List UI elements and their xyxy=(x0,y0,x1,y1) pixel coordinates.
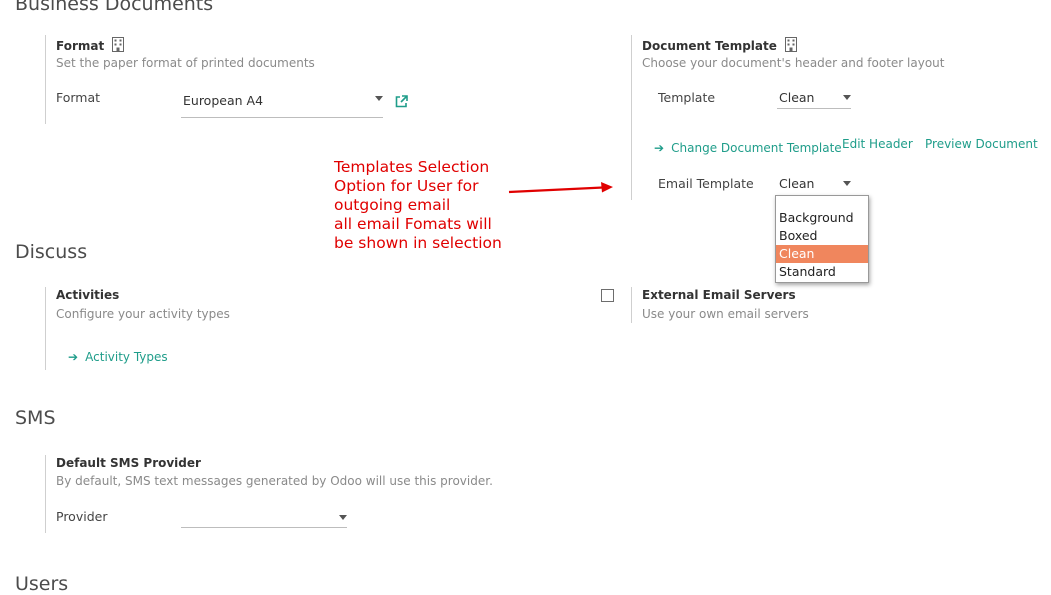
annotation-text: Templates Selection Option for User for … xyxy=(334,158,502,253)
chevron-down-icon xyxy=(843,181,851,186)
external-email-description: Use your own email servers xyxy=(642,307,809,321)
setting-divider xyxy=(45,35,46,124)
edit-header-link[interactable]: Edit Header xyxy=(842,137,913,151)
email-template-select[interactable]: Clean xyxy=(777,176,851,195)
annotation-arrow xyxy=(508,182,613,194)
change-document-template-label: Change Document Template xyxy=(671,141,842,155)
chevron-down-icon xyxy=(843,95,851,100)
setting-divider xyxy=(631,35,632,200)
annotation-line: be shown in selection xyxy=(334,234,502,252)
arrow-right-icon: ➔ xyxy=(68,350,79,364)
annotation-line: Templates Selection xyxy=(334,158,490,176)
arrow-right-icon: ➔ xyxy=(654,141,665,155)
provider-select[interactable] xyxy=(181,509,347,528)
dropdown-option-clean[interactable]: Clean xyxy=(776,245,868,263)
template-label: Template xyxy=(658,90,716,105)
dropdown-option-standard[interactable]: Standard xyxy=(776,263,868,281)
format-label: Format xyxy=(56,90,101,105)
section-title-business-documents: Business Documents xyxy=(15,0,214,15)
email-template-value: Clean xyxy=(779,176,815,191)
template-select[interactable]: Clean xyxy=(777,90,851,109)
activities-title: Activities xyxy=(56,288,120,302)
sms-provider-title: Default SMS Provider xyxy=(56,456,201,470)
setting-divider xyxy=(631,287,632,323)
dropdown-option-background[interactable]: Background xyxy=(776,209,868,227)
email-template-dropdown[interactable]: Background Boxed Clean Standard xyxy=(775,195,869,283)
external-email-checkbox[interactable] xyxy=(601,289,614,302)
document-template-description: Choose your document's header and footer… xyxy=(642,56,945,70)
template-value: Clean xyxy=(779,90,815,105)
external-link-icon[interactable] xyxy=(395,95,408,108)
sms-provider-description: By default, SMS text messages generated … xyxy=(56,474,493,488)
format-value: European A4 xyxy=(183,93,264,108)
setting-divider xyxy=(45,455,46,533)
activity-types-label: Activity Types xyxy=(85,350,168,364)
format-setting: Format xyxy=(56,37,125,53)
setting-divider xyxy=(45,287,46,370)
activity-types-link[interactable]: ➔ Activity Types xyxy=(68,346,168,365)
chevron-down-icon xyxy=(339,515,347,520)
format-description: Set the paper format of printed document… xyxy=(56,56,315,70)
change-document-template-link[interactable]: ➔ Change Document Template xyxy=(654,137,842,156)
email-template-label: Email Template xyxy=(658,176,754,191)
external-email-title: External Email Servers xyxy=(642,288,796,302)
section-title-sms: SMS xyxy=(15,407,56,429)
provider-label: Provider xyxy=(56,509,108,524)
document-template-title: Document Template xyxy=(642,39,777,53)
dropdown-blank-option[interactable] xyxy=(776,196,868,209)
annotation-line: Option for User for xyxy=(334,177,479,195)
section-title-discuss: Discuss xyxy=(15,241,88,263)
annotation-line: outgoing email xyxy=(334,196,451,214)
annotation-line: all email Fomats will xyxy=(334,215,492,233)
format-title: Format xyxy=(56,39,105,53)
document-template-setting: Document Template xyxy=(642,37,798,53)
building-icon xyxy=(785,37,798,52)
section-title-users: Users xyxy=(15,573,69,595)
chevron-down-icon xyxy=(375,96,383,101)
building-icon xyxy=(112,37,125,52)
dropdown-option-boxed[interactable]: Boxed xyxy=(776,227,868,245)
activities-description: Configure your activity types xyxy=(56,307,230,321)
preview-document-link[interactable]: Preview Document xyxy=(925,137,1038,151)
format-select[interactable]: European A4 xyxy=(181,93,383,118)
